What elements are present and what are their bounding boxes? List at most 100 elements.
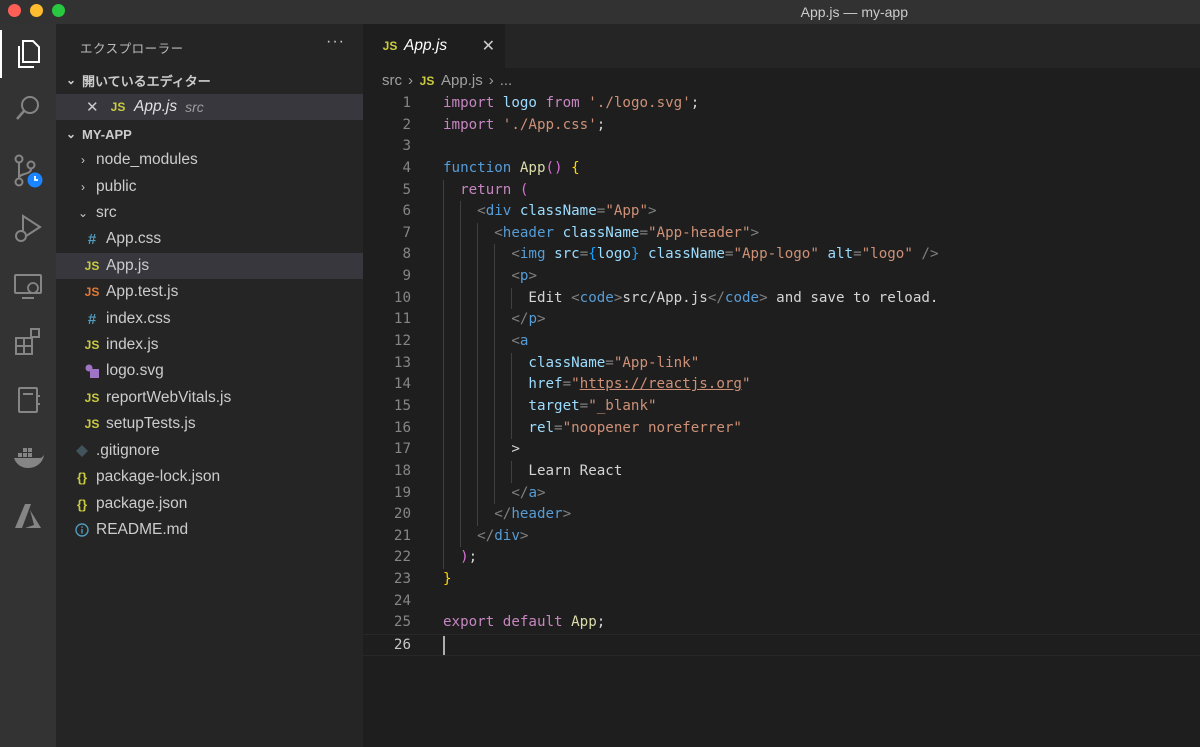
code-line[interactable]: 22 ); [363, 547, 1200, 570]
code-line[interactable]: 1 import logo from './logo.svg'; [363, 93, 1200, 115]
code-line[interactable]: 20 </header> [363, 504, 1200, 526]
tree-item-public[interactable]: › public [56, 174, 363, 200]
extensions-activity[interactable] [0, 318, 56, 366]
breadcrumb: src › JS App.js › ... [382, 72, 512, 89]
code-line[interactable]: 6 <div className="App"> [363, 201, 1200, 223]
line-text[interactable]: href="https://reactjs.org" [443, 374, 750, 396]
line-text[interactable] [443, 635, 445, 657]
close-icon[interactable]: ✕ [86, 98, 102, 116]
code-line[interactable]: 23} [363, 569, 1200, 591]
code-line[interactable]: 11 </p> [363, 309, 1200, 332]
line-text[interactable]: <div className="App"> [443, 201, 656, 223]
code-line[interactable]: 5 return ( [363, 179, 1200, 202]
line-text[interactable]: import './App.css'; [443, 115, 605, 137]
line-text[interactable]: return ( [443, 180, 528, 202]
notebook-icon [18, 387, 40, 413]
tab-bar: JS App.js ✕ [363, 24, 1200, 68]
line-text[interactable]: import logo from './logo.svg'; [443, 93, 699, 115]
tree-item-report-web-vitals[interactable]: JS reportWebVitals.js [56, 385, 363, 411]
tree-item-app-css[interactable]: # App.css [56, 226, 363, 252]
line-text[interactable]: > [443, 439, 520, 461]
tree-item-src[interactable]: ⌄ src [56, 200, 363, 226]
tree-item-setup-tests[interactable]: JS setupTests.js [56, 411, 363, 437]
line-text[interactable]: <a [443, 331, 528, 353]
code-line[interactable]: 17 > [363, 439, 1200, 461]
line-text[interactable]: </p> [443, 309, 545, 331]
editor-area: JS App.js ✕ src › JS App.js › ... 1 impor… [363, 24, 1200, 747]
code-line[interactable]: 12 <a [363, 331, 1200, 353]
line-number: 9 [402, 268, 411, 285]
code-line[interactable]: 21 </div> [363, 525, 1200, 548]
tree-item-app-test-js[interactable]: JS App.test.js [56, 279, 363, 305]
tab-app-js[interactable]: JS App.js ✕ [363, 24, 505, 68]
breadcrumb-folder[interactable]: src [382, 72, 402, 89]
run-debug-activity[interactable] [0, 204, 56, 252]
code-line[interactable]: 16 rel="noopener noreferrer" [363, 417, 1200, 440]
tree-item-package-json[interactable]: {} package.json [56, 491, 363, 517]
breadcrumb-file[interactable]: App.js [441, 72, 483, 89]
line-number: 8 [402, 246, 411, 263]
code-line[interactable]: 19 </a> [363, 482, 1200, 505]
code-line[interactable]: 26 [363, 634, 1200, 656]
code-line[interactable]: 13 className="App-link" [363, 352, 1200, 375]
explorer-title: エクスプローラー [80, 42, 184, 56]
chevron-right-icon: › [408, 72, 413, 89]
open-editor-item[interactable]: ✕ JS App.js src [56, 94, 363, 120]
line-text[interactable]: </div> [443, 526, 528, 548]
azure-activity[interactable] [0, 492, 56, 540]
project-header[interactable]: ⌄ MY-APP [56, 121, 363, 147]
line-text[interactable]: } [443, 569, 452, 591]
tree-item-readme[interactable]: README.md [56, 517, 363, 543]
code-line[interactable]: 7 <header className="App-header"> [363, 222, 1200, 245]
line-text[interactable]: Learn React [443, 461, 622, 483]
line-text[interactable]: <header className="App-header"> [443, 223, 759, 245]
code-line[interactable]: 24 [363, 591, 1200, 613]
chevron-right-icon: › [488, 72, 494, 89]
code-editor[interactable]: 1 import logo from './logo.svg'; 2 import '… [363, 93, 1200, 656]
code-line[interactable]: 25 export default App; [363, 612, 1200, 634]
docker-activity[interactable] [0, 434, 56, 482]
open-editors-header[interactable]: ⌄ 開いているエディター [56, 67, 363, 93]
line-text[interactable]: Edit <code>src/App.js</code> and save to… [443, 288, 938, 310]
explorer-activity[interactable] [0, 30, 56, 78]
code-line[interactable]: 15 target="_blank" [363, 395, 1200, 418]
line-text[interactable]: <img src={logo} className="App-logo" alt… [443, 244, 938, 266]
tree-item-node-modules[interactable]: › node_modules [56, 147, 363, 173]
js-file-icon: JS [84, 338, 100, 352]
source-control-activity[interactable] [0, 147, 56, 195]
line-text[interactable]: ); [443, 547, 477, 569]
tree-item-index-js[interactable]: JS index.js [56, 332, 363, 358]
code-line[interactable]: 10 Edit <code>src/App.js</code> and save… [363, 287, 1200, 310]
tree-item-index-css[interactable]: # index.css [56, 306, 363, 332]
more-actions-icon[interactable]: ··· [326, 33, 345, 51]
line-text[interactable]: export default App; [443, 612, 605, 634]
tree-item-package-lock[interactable]: {} package-lock.json [56, 464, 363, 490]
line-number: 6 [402, 203, 411, 220]
tree-item-app-js[interactable]: JS App.js [56, 253, 363, 279]
line-text[interactable]: rel="noopener noreferrer" [443, 418, 742, 440]
code-line[interactable]: 3 [363, 136, 1200, 158]
line-number: 21 [393, 527, 411, 544]
line-text[interactable]: function App() { [443, 158, 580, 180]
js-file-icon: JS [84, 259, 100, 273]
code-line[interactable]: 9 <p> [363, 266, 1200, 288]
close-tab-icon[interactable]: ✕ [482, 36, 495, 56]
breadcrumb-more[interactable]: ... [500, 72, 513, 89]
line-text[interactable]: target="_blank" [443, 396, 656, 418]
text-cursor [443, 635, 445, 655]
line-text[interactable]: </header> [443, 504, 571, 526]
line-text[interactable]: className="App-link" [443, 353, 699, 375]
line-text[interactable]: </a> [443, 483, 545, 505]
code-line[interactable]: 4 function App() { [363, 158, 1200, 180]
notebook-activity[interactable] [0, 376, 56, 424]
code-line[interactable]: 2 import './App.css'; [363, 115, 1200, 137]
code-line[interactable]: 8 <img src={logo} className="App-logo" a… [363, 244, 1200, 267]
search-activity[interactable] [0, 84, 56, 132]
code-line[interactable]: 14 href="https://reactjs.org" [363, 374, 1200, 396]
tree-item-logo-svg[interactable]: logo.svg [56, 358, 363, 384]
tree-item-gitignore[interactable]: .gitignore [56, 438, 363, 464]
remote-explorer-activity[interactable] [0, 262, 56, 310]
line-number: 22 [393, 549, 411, 566]
line-text[interactable]: <p> [443, 266, 537, 288]
code-line[interactable]: 18 Learn React [363, 460, 1200, 483]
